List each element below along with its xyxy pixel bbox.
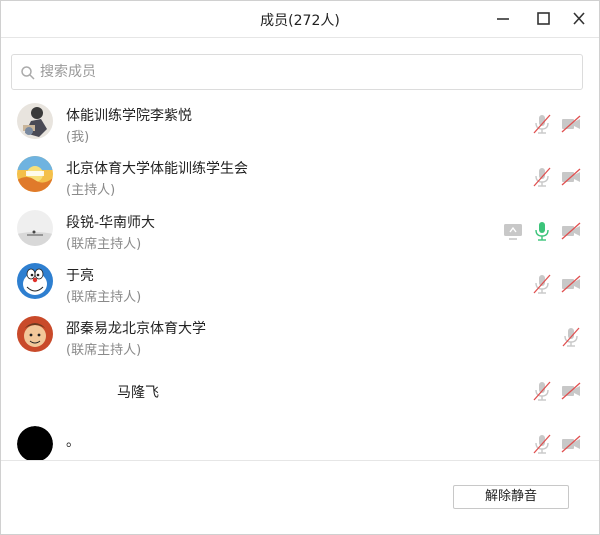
member-row[interactable]: 北京体育大学体能训练学生会 (主持人) bbox=[1, 148, 599, 201]
mic-muted-icon[interactable] bbox=[531, 380, 553, 402]
avatar-person-photo bbox=[17, 103, 53, 139]
member-name: 体能训练学院李紫悦 bbox=[66, 108, 192, 124]
member-name: 。 bbox=[66, 434, 80, 450]
avatar-cartoon-face bbox=[17, 316, 53, 352]
member-list: 体能训练学院李紫悦 (我) 北京体育大学体能训练学生会 (主持人) 段锐-华南师… bbox=[1, 95, 599, 461]
member-role: (联席主持人) bbox=[66, 237, 142, 252]
member-row[interactable]: 体能训练学院李紫悦 (我) bbox=[1, 95, 599, 148]
member-role: (我) bbox=[66, 130, 90, 145]
member-name: 邵秦易龙北京体育大学 bbox=[66, 321, 206, 337]
member-row[interactable]: 于亮 (联席主持人) bbox=[1, 255, 599, 308]
camera-off-icon[interactable] bbox=[560, 433, 582, 455]
screen-share-icon[interactable] bbox=[502, 220, 524, 242]
avatar-landscape bbox=[17, 210, 53, 246]
member-row[interactable]: 段锐-华南师大 (联席主持人) bbox=[1, 202, 599, 255]
search-box[interactable] bbox=[11, 54, 583, 90]
member-name: 北京体育大学体能训练学生会 bbox=[66, 161, 248, 177]
footer-divider bbox=[1, 460, 599, 461]
close-icon bbox=[567, 7, 591, 31]
unmute-all-button[interactable]: 解除静音 bbox=[453, 485, 569, 509]
member-name: 段锐-华南师大 bbox=[66, 215, 156, 231]
minimize-button[interactable] bbox=[491, 7, 515, 31]
avatar-doraemon bbox=[17, 263, 53, 299]
member-name: 马隆飞 bbox=[117, 385, 159, 401]
member-role: (联席主持人) bbox=[66, 290, 142, 305]
minimize-icon bbox=[491, 7, 515, 31]
members-window: 成员(272人) 搜索成员 体能训练学院李紫悦 (我) 北京体育大学体能训练学生… bbox=[0, 0, 600, 535]
title-bar: 成员(272人) bbox=[1, 1, 599, 37]
mic-active-icon[interactable] bbox=[531, 220, 553, 242]
member-role: (主持人) bbox=[66, 183, 116, 198]
mic-muted-icon[interactable] bbox=[560, 326, 582, 348]
maximize-icon bbox=[531, 7, 555, 31]
close-button[interactable] bbox=[567, 7, 591, 31]
avatar-sunset-logo bbox=[17, 156, 53, 192]
camera-off-icon[interactable] bbox=[560, 380, 582, 402]
camera-off-icon[interactable] bbox=[560, 273, 582, 295]
search-icon bbox=[20, 65, 36, 81]
member-name: 于亮 bbox=[66, 268, 94, 284]
camera-off-icon[interactable] bbox=[560, 113, 582, 135]
mic-muted-icon[interactable] bbox=[531, 113, 553, 135]
search-input[interactable] bbox=[40, 61, 560, 83]
title-divider bbox=[1, 37, 599, 38]
camera-off-icon[interactable] bbox=[560, 166, 582, 188]
mic-muted-icon[interactable] bbox=[531, 433, 553, 455]
member-row[interactable]: 邵秦易龙北京体育大学 (联席主持人) bbox=[1, 308, 599, 361]
mic-muted-icon[interactable] bbox=[531, 273, 553, 295]
maximize-button[interactable] bbox=[531, 7, 555, 31]
avatar-black-circle bbox=[17, 426, 53, 461]
mic-muted-icon[interactable] bbox=[531, 166, 553, 188]
member-row[interactable]: 。 bbox=[1, 419, 599, 461]
member-role: (联席主持人) bbox=[66, 343, 142, 358]
camera-off-icon[interactable] bbox=[560, 220, 582, 242]
member-row[interactable]: 马隆飞 bbox=[1, 365, 599, 418]
